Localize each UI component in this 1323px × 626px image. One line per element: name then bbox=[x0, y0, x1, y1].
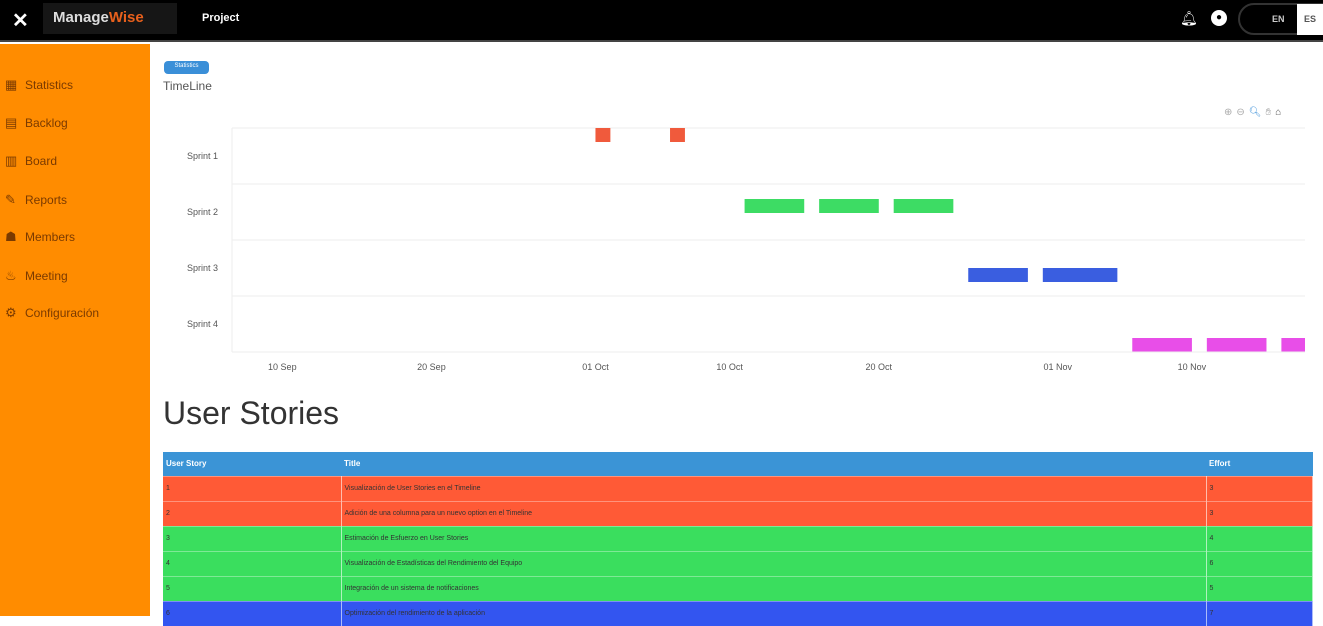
timeline-bar bbox=[1042, 268, 1118, 282]
x-tick-label: 20 Oct bbox=[866, 362, 893, 372]
story-effort: 5 bbox=[1206, 575, 1313, 601]
story-title: Adición de una columna para un nuevo opt… bbox=[341, 500, 1207, 526]
story-id: 5 bbox=[163, 575, 342, 601]
x-tick-label: 10 Nov bbox=[1178, 362, 1207, 372]
timeline-bar bbox=[968, 268, 1028, 282]
story-id: 2 bbox=[163, 500, 342, 526]
timeline-bar bbox=[595, 128, 611, 142]
story-id: 4 bbox=[163, 550, 342, 576]
user-stories-title: User Stories bbox=[163, 395, 340, 431]
timeline-bar bbox=[819, 199, 879, 213]
y-tick-label: Sprint 4 bbox=[187, 319, 218, 329]
table-row[interactable]: 2 Adición de una columna para un nuevo op… bbox=[163, 500, 1313, 526]
story-effort: 6 bbox=[1206, 550, 1313, 576]
story-effort: 7 bbox=[1206, 600, 1313, 626]
story-title: Optimización del rendimiento de la aplic… bbox=[341, 600, 1207, 626]
story-effort: 3 bbox=[1206, 500, 1313, 526]
x-tick-label: 01 Oct bbox=[582, 362, 609, 372]
timeline-bar bbox=[1281, 338, 1305, 352]
col-user-story[interactable]: User Story bbox=[163, 452, 341, 476]
timeline-bar bbox=[893, 199, 954, 213]
table-row[interactable]: 5 Integración de un sistema de notificaci… bbox=[163, 575, 1313, 601]
table-row[interactable]: 4 Visualización de Estadísticas del Rendi… bbox=[163, 550, 1313, 576]
story-title: Visualización de User Stories en el Time… bbox=[341, 475, 1207, 501]
timeline-bar bbox=[744, 199, 805, 213]
user-stories-table: User Story Title Effort 1 Visualización d… bbox=[163, 452, 1313, 626]
timeline-chart: Sprint 1 Sprint 2 Sprint 3 Sprint 4 10 Sep 20… bbox=[187, 127, 1305, 372]
timeline-bar bbox=[670, 128, 685, 142]
story-title: Integración de un sistema de notificacio… bbox=[341, 575, 1207, 601]
story-id: 1 bbox=[163, 475, 342, 501]
col-title[interactable]: Title bbox=[341, 452, 1206, 476]
y-tick-label: Sprint 2 bbox=[187, 207, 218, 217]
x-tick-label: 20 Sep bbox=[417, 362, 446, 372]
y-tick-label: Sprint 3 bbox=[187, 263, 218, 273]
x-tick-label: 10 Oct bbox=[716, 362, 743, 372]
story-title: Visualización de Estadísticas del Rendim… bbox=[341, 550, 1207, 576]
table-row[interactable]: 1 Visualización de User Stories en el Tim… bbox=[163, 475, 1313, 501]
y-tick-label: Sprint 1 bbox=[187, 151, 218, 161]
x-tick-label: 10 Sep bbox=[268, 362, 297, 372]
timeline-bar bbox=[1206, 338, 1267, 352]
story-id: 6 bbox=[163, 600, 342, 626]
table-row[interactable]: 6 Optimización del rendimiento de la apli… bbox=[163, 600, 1313, 626]
story-effort: 4 bbox=[1206, 525, 1313, 551]
table-row[interactable]: 3 Estimación de Esfuerzo en User Stories 4 bbox=[163, 525, 1313, 551]
story-title: Estimación de Esfuerzo en User Stories bbox=[341, 525, 1207, 551]
x-tick-label: 01 Nov bbox=[1043, 362, 1072, 372]
story-effort: 3 bbox=[1206, 475, 1313, 501]
col-effort[interactable]: Effort bbox=[1206, 452, 1313, 476]
story-id: 3 bbox=[163, 525, 342, 551]
timeline-bar bbox=[1132, 338, 1192, 352]
